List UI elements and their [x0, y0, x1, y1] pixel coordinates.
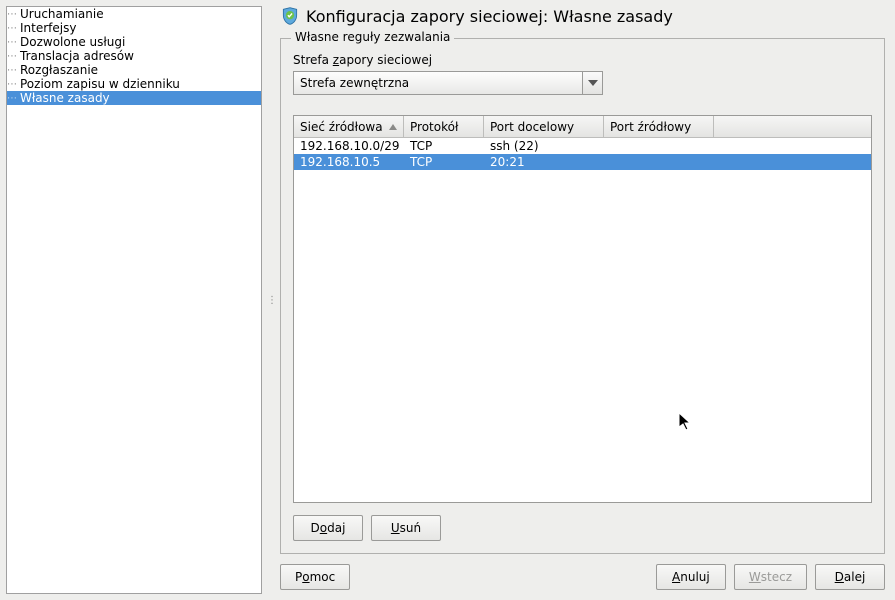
main-panel: Konfiguracja zapory sieciowej: Własne za…: [276, 0, 895, 600]
sidebar-item-label: Translacja adresów: [20, 49, 134, 63]
shield-check-icon: [280, 6, 300, 26]
add-button[interactable]: Dodaj: [293, 515, 363, 541]
nav-tree: ⋯ Uruchamianie ⋯ Interfejsy ⋯ Dozwolone usł…: [6, 6, 262, 594]
col-source-network[interactable]: Sieć źródłowa: [294, 116, 404, 137]
zone-select[interactable]: Strefa zewnętrzna: [293, 71, 603, 95]
sidebar-item-4[interactable]: ⋯ Rozgłaszanie: [7, 63, 261, 77]
tree-branch-icon: ⋯: [7, 93, 16, 104]
cancel-button[interactable]: Anuluj: [656, 564, 726, 590]
cell-src: 192.168.10.5: [294, 155, 404, 169]
splitter[interactable]: ⋮: [268, 0, 276, 600]
sidebar-item-0[interactable]: ⋯ Uruchamianie: [7, 7, 261, 21]
zone-label: Strefa zapory sieciowej: [293, 53, 872, 67]
table-row[interactable]: 192.168.10.5TCP20:21: [294, 154, 871, 170]
allow-rules-group: Własne reguły zezwalania Strefa zapory s…: [280, 38, 885, 554]
cell-proto: TCP: [404, 139, 484, 153]
cell-dport: 20:21: [484, 155, 604, 169]
page-title: Konfiguracja zapory sieciowej: Własne za…: [306, 7, 673, 26]
chevron-down-icon[interactable]: [582, 72, 602, 94]
col-source-port[interactable]: Port źródłowy: [604, 116, 714, 137]
col-protocol[interactable]: Protokół: [404, 116, 484, 137]
sidebar: ⋯ Uruchamianie ⋯ Interfejsy ⋯ Dozwolone usł…: [0, 0, 268, 600]
delete-button[interactable]: Usuń: [371, 515, 441, 541]
groupbox-label: Własne reguły zezwalania: [291, 30, 454, 44]
sidebar-item-label: Uruchamianie: [20, 7, 104, 21]
cell-src: 192.168.10.0/29: [294, 139, 404, 153]
tree-branch-icon: ⋯: [7, 9, 16, 20]
tree-branch-icon: ⋯: [7, 23, 16, 34]
tree-branch-icon: ⋯: [7, 37, 16, 48]
table-body: 192.168.10.0/29TCPssh (22)192.168.10.5TC…: [294, 138, 871, 502]
table-header: Sieć źródłowa Protokół Port docelowy Por…: [294, 116, 871, 138]
zone-select-value: Strefa zewnętrzna: [294, 72, 582, 94]
sidebar-item-label: Dozwolone usługi: [20, 35, 125, 49]
col-dest-port[interactable]: Port docelowy: [484, 116, 604, 137]
footer: Pomoc Anuluj Wstecz Dalej: [280, 564, 885, 590]
table-row[interactable]: 192.168.10.0/29TCPssh (22): [294, 138, 871, 154]
sidebar-item-label: Rozgłaszanie: [20, 63, 98, 77]
sidebar-item-6[interactable]: ⋯ Własne zasady: [7, 91, 261, 105]
tree-branch-icon: ⋯: [7, 51, 16, 62]
tree-branch-icon: ⋯: [7, 65, 16, 76]
help-button[interactable]: Pomoc: [280, 564, 350, 590]
sidebar-item-1[interactable]: ⋯ Interfejsy: [7, 21, 261, 35]
cell-dport: ssh (22): [484, 139, 604, 153]
sidebar-item-label: Własne zasady: [20, 91, 110, 105]
tree-branch-icon: ⋯: [7, 79, 16, 90]
rules-table[interactable]: Sieć źródłowa Protokół Port docelowy Por…: [293, 115, 872, 503]
sidebar-item-label: Poziom zapisu w dzienniku: [20, 77, 180, 91]
cell-proto: TCP: [404, 155, 484, 169]
sidebar-item-2[interactable]: ⋯ Dozwolone usługi: [7, 35, 261, 49]
sidebar-item-5[interactable]: ⋯ Poziom zapisu w dzienniku: [7, 77, 261, 91]
next-button[interactable]: Dalej: [815, 564, 885, 590]
col-spacer: [714, 116, 871, 137]
sidebar-item-label: Interfejsy: [20, 21, 76, 35]
sidebar-item-3[interactable]: ⋯ Translacja adresów: [7, 49, 261, 63]
back-button[interactable]: Wstecz: [734, 564, 807, 590]
